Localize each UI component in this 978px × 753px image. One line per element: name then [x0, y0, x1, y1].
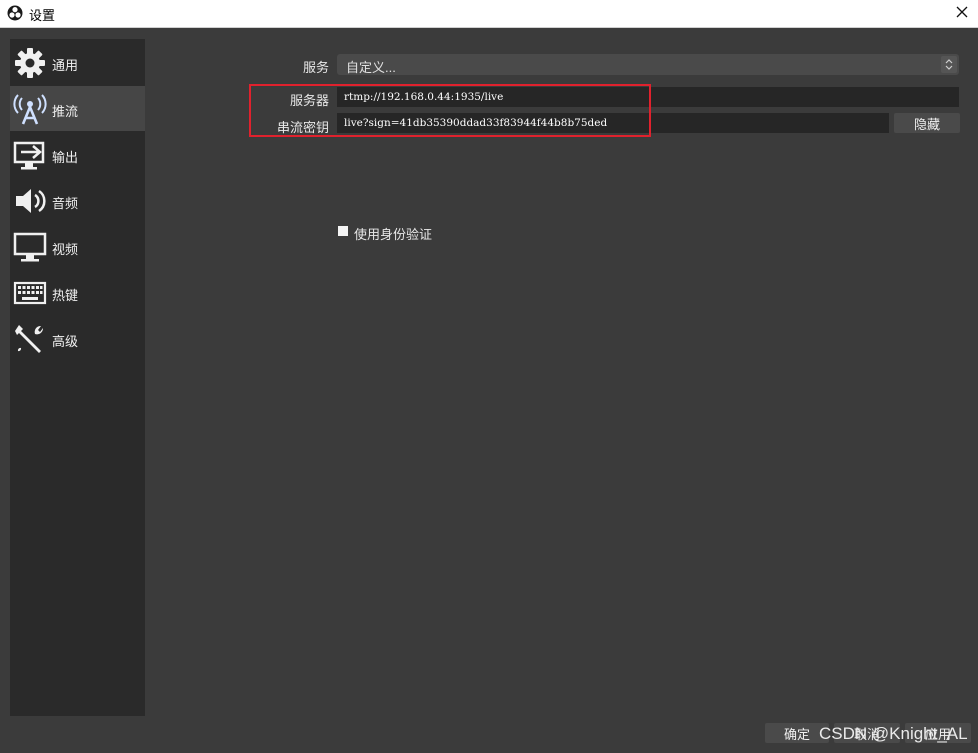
wrench-screwdriver-icon: [15, 325, 44, 353]
sidebar-item-output[interactable]: 输出: [10, 132, 145, 177]
sidebar-item-video[interactable]: 视频: [10, 224, 145, 269]
sidebar-item-label: 音频: [52, 196, 79, 211]
service-select[interactable]: 自定义...: [337, 54, 959, 75]
sidebar-item-hotkeys[interactable]: 热键: [10, 270, 145, 315]
sidebar-item-label: 输出: [52, 150, 79, 165]
stream-key-label: 串流密钥: [276, 120, 329, 135]
close-icon[interactable]: [952, 2, 972, 22]
server-label: 服务器: [289, 93, 329, 108]
service-selected-value: 自定义...: [346, 60, 396, 75]
spinner-arrows-icon[interactable]: [941, 56, 957, 73]
obs-logo-icon: [7, 5, 23, 21]
sidebar-item-general[interactable]: 通用: [10, 40, 145, 85]
sidebar-item-advanced[interactable]: 高级: [10, 316, 145, 361]
server-input[interactable]: [337, 87, 959, 107]
ok-button[interactable]: 确定: [765, 723, 829, 743]
speaker-icon: [16, 189, 46, 213]
use-auth-label[interactable]: 使用身份验证: [354, 224, 432, 243]
broadcast-antenna-icon: [13, 94, 47, 125]
settings-sidebar: 通用 推流 输出 音频 视频 热键 高级: [10, 39, 145, 716]
sidebar-item-label: 高级: [52, 334, 79, 349]
use-auth-checkbox[interactable]: [338, 226, 348, 236]
title-bar: 设置: [0, 0, 978, 28]
stream-key-input[interactable]: [337, 113, 889, 133]
service-label: 服务: [302, 60, 329, 75]
monitor-icon: [13, 232, 47, 262]
output-monitor-arrow-icon: [13, 141, 45, 170]
sidebar-item-label: 推流: [52, 104, 79, 119]
sidebar-item-label: 通用: [52, 58, 79, 73]
sidebar-item-label: 热键: [52, 288, 79, 303]
keyboard-icon: [13, 281, 47, 305]
cancel-button[interactable]: 取消: [834, 723, 900, 743]
sidebar-item-label: 视频: [52, 242, 79, 257]
apply-button[interactable]: 应用: [905, 723, 971, 743]
sidebar-item-audio[interactable]: 音频: [10, 178, 145, 223]
hide-key-button[interactable]: 隐藏: [894, 113, 960, 133]
sidebar-item-stream[interactable]: 推流: [10, 86, 145, 131]
gear-icon: [15, 48, 45, 78]
window-title: 设置: [29, 8, 56, 23]
